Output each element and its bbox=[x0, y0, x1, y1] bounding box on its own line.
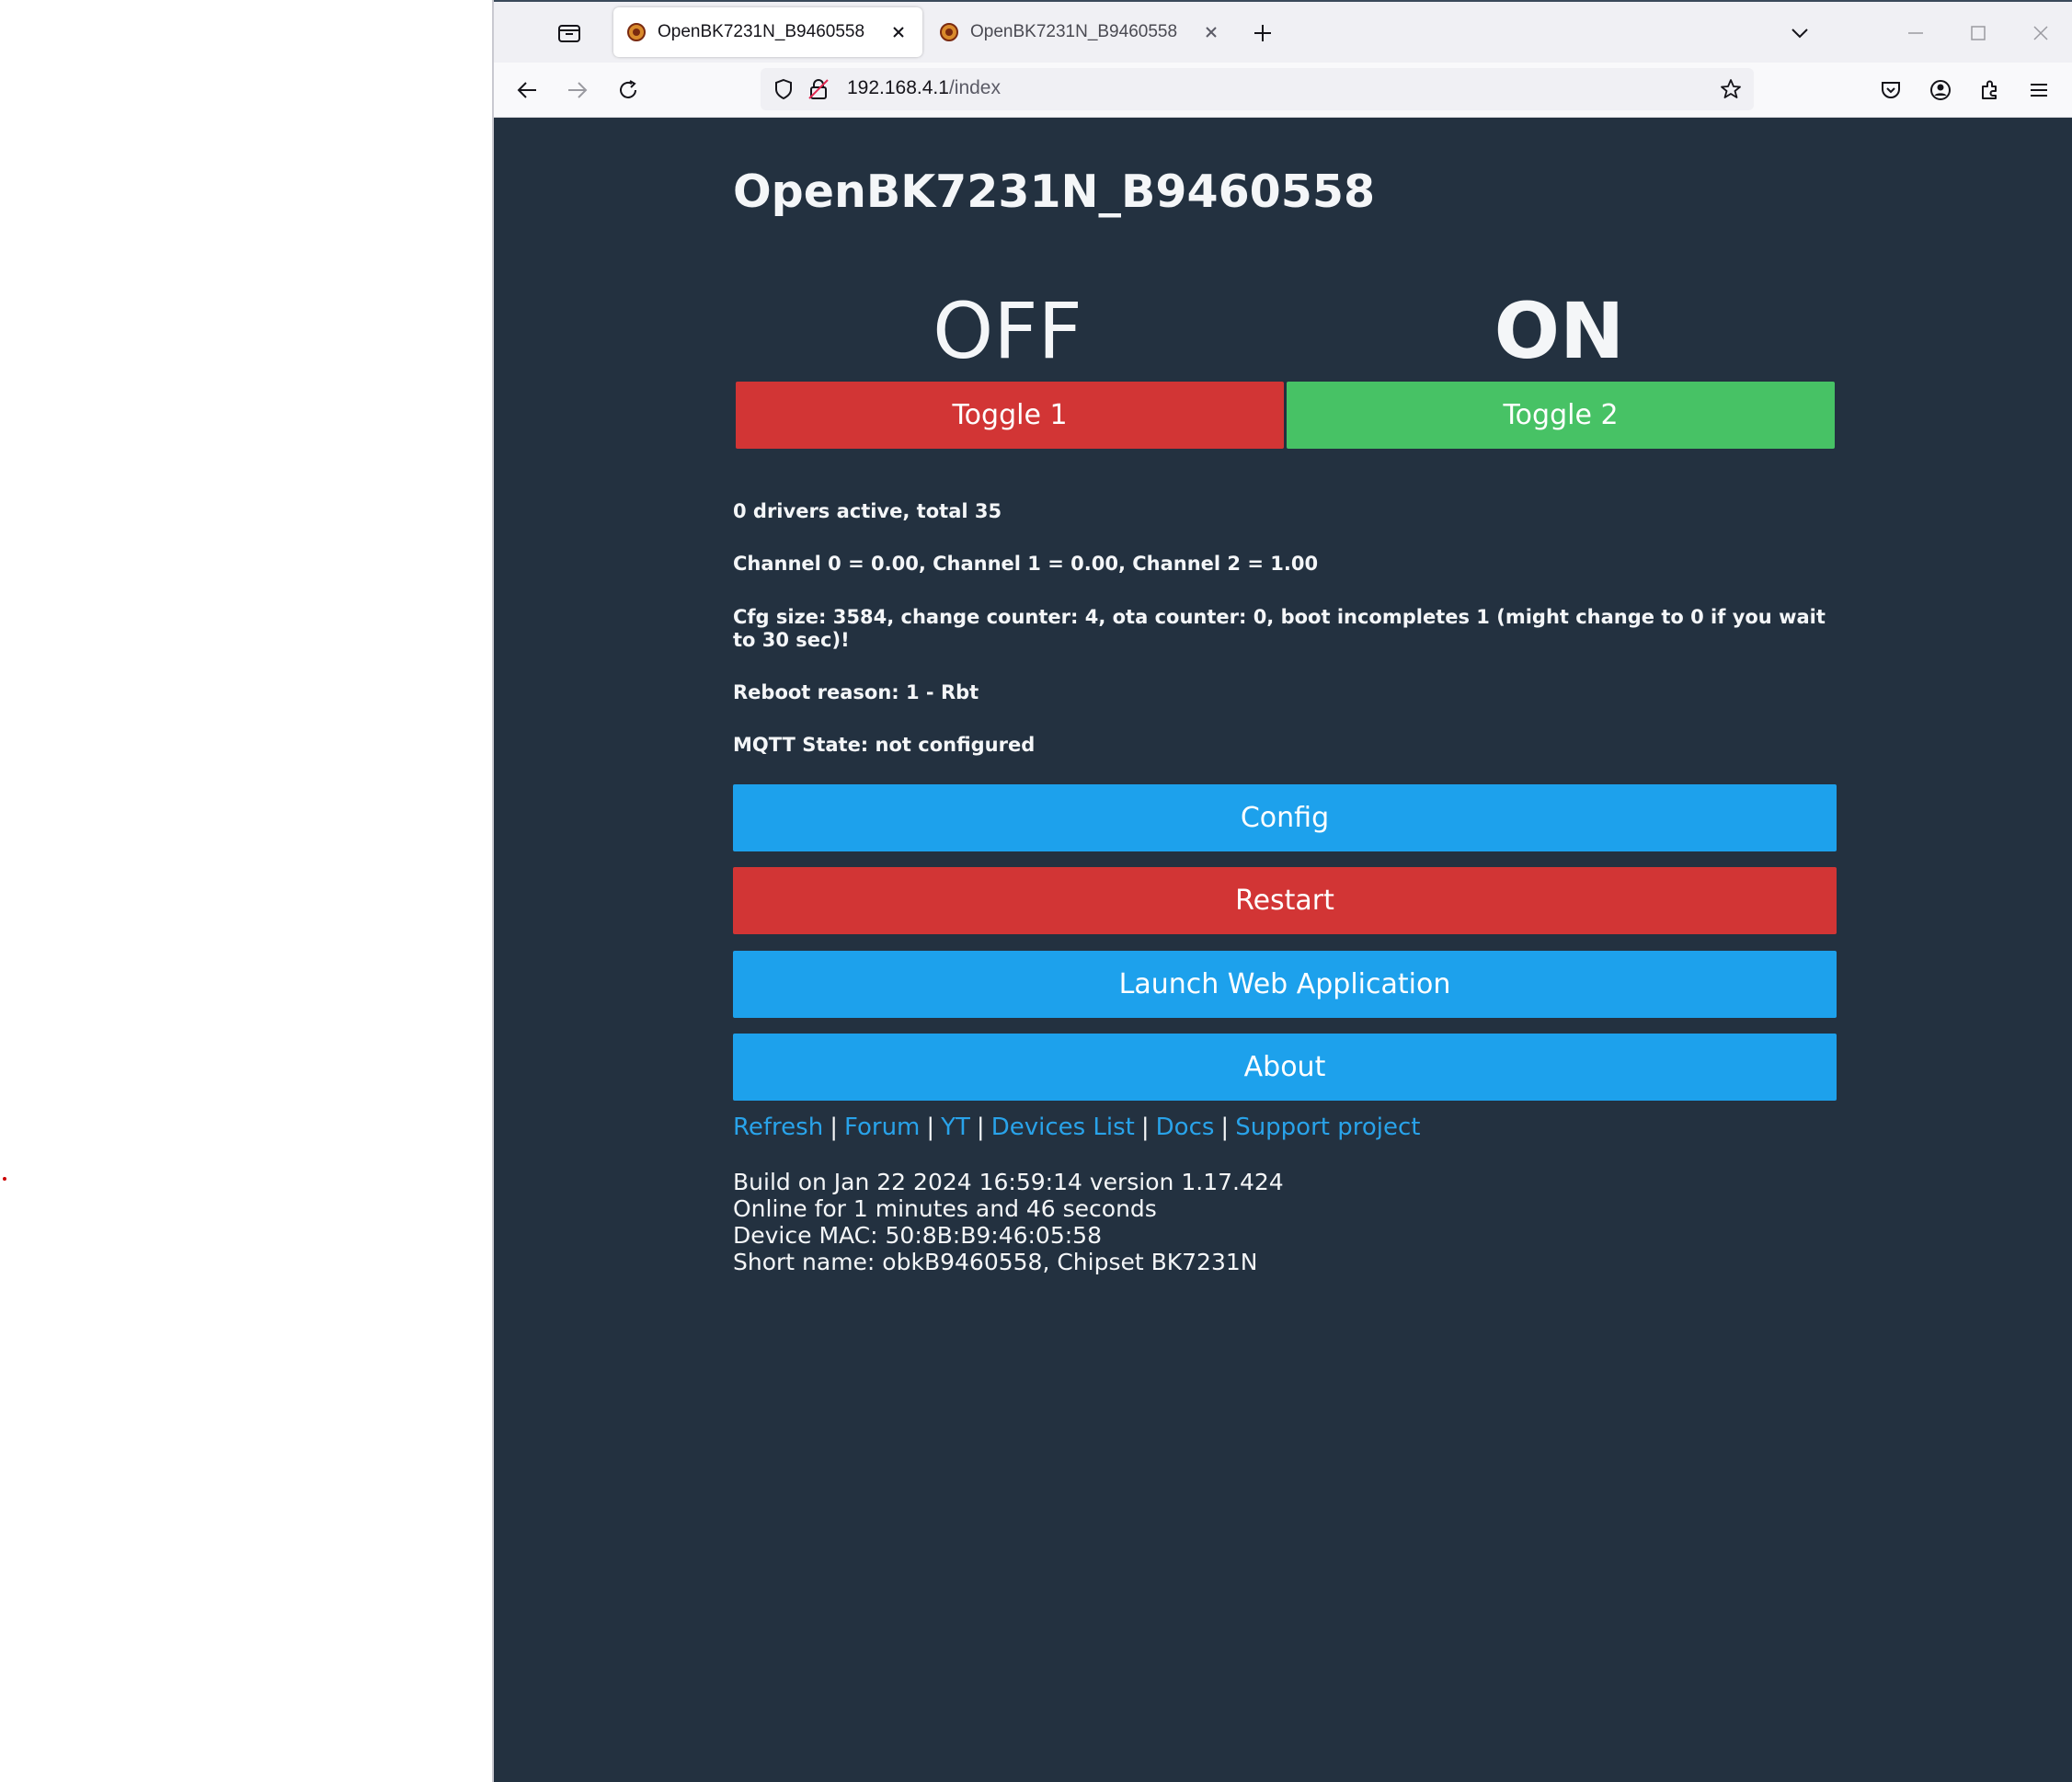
short-name-info: Short name: obkB9460558, Chipset BK7231N bbox=[733, 1249, 1258, 1275]
tab-active[interactable]: OpenBK7231N_B9460558 bbox=[613, 7, 922, 57]
drivers-info: 0 drivers active, total 35 bbox=[733, 500, 1002, 522]
pocket-icon[interactable] bbox=[1876, 75, 1906, 105]
reboot-info: Reboot reason: 1 - Rbt bbox=[733, 681, 979, 703]
yt-link[interactable]: YT bbox=[941, 1114, 970, 1141]
toggle-1-state: OFF bbox=[933, 286, 1082, 376]
extensions-icon[interactable] bbox=[1975, 75, 2005, 105]
url-path: /index bbox=[948, 77, 1001, 98]
link-separator: | bbox=[830, 1114, 838, 1141]
favicon-icon bbox=[627, 23, 646, 41]
nav-bar: 192.168.4.1/index bbox=[494, 63, 2072, 118]
window-close-icon[interactable] bbox=[2026, 18, 2055, 48]
restart-button[interactable]: Restart bbox=[733, 867, 1837, 934]
tab-bar: OpenBK7231N_B9460558 OpenBK7231N_B946055… bbox=[494, 0, 2072, 63]
new-tab-icon[interactable] bbox=[1248, 18, 1277, 48]
launch-web-application-button[interactable]: Launch Web Application bbox=[733, 951, 1837, 1018]
back-arrow-icon[interactable] bbox=[512, 75, 542, 105]
list-tabs-chevron-down-icon[interactable] bbox=[1785, 18, 1814, 48]
toggle-2-button[interactable]: Toggle 2 bbox=[1287, 382, 1835, 449]
cfg-info: Cfg size: 3584, change counter: 4, ota c… bbox=[733, 606, 1826, 651]
link-separator: | bbox=[1220, 1114, 1230, 1141]
url-host: 192.168.4.1 bbox=[847, 77, 949, 98]
tab-close-icon[interactable] bbox=[887, 21, 910, 43]
footer-links: Refresh | Forum | YT | Devices List | Docs | Suppo… bbox=[733, 1114, 1420, 1141]
refresh-link[interactable]: Refresh bbox=[733, 1114, 823, 1141]
tab-title: OpenBK7231N_B9460558 bbox=[970, 22, 1178, 41]
online-info: Online for 1 minutes and 46 seconds bbox=[733, 1195, 1157, 1222]
stray-red-dot bbox=[3, 1177, 6, 1181]
bookmark-star-icon[interactable] bbox=[1717, 75, 1745, 103]
channels-info: Channel 0 = 0.00, Channel 1 = 0.00, Chan… bbox=[733, 553, 1319, 575]
menu-hamburger-icon[interactable] bbox=[2024, 75, 2054, 105]
shield-icon[interactable] bbox=[770, 75, 797, 103]
forward-arrow-icon[interactable] bbox=[563, 75, 592, 105]
docs-link[interactable]: Docs bbox=[1156, 1114, 1215, 1141]
tab-inactive[interactable]: OpenBK7231N_B9460558 bbox=[926, 7, 1235, 57]
mac-info: Device MAC: 50:8B:B9:46:05:58 bbox=[733, 1222, 1102, 1249]
tab-manager-icon[interactable] bbox=[555, 18, 584, 48]
maximize-icon[interactable] bbox=[1963, 18, 1993, 48]
reload-icon[interactable] bbox=[613, 75, 643, 105]
tab-close-icon[interactable] bbox=[1200, 21, 1222, 43]
build-info: Build on Jan 22 2024 16:59:14 version 1.… bbox=[733, 1169, 1284, 1195]
mqtt-info: MQTT State: not configured bbox=[733, 734, 1036, 756]
url-text[interactable]: 192.168.4.1/index bbox=[847, 77, 1001, 99]
device-footer: Build on Jan 22 2024 16:59:14 version 1.… bbox=[733, 1169, 1284, 1275]
devices-list-link[interactable]: Devices List bbox=[991, 1114, 1135, 1141]
insecure-lock-icon[interactable] bbox=[805, 75, 832, 103]
support-project-link[interactable]: Support project bbox=[1235, 1114, 1420, 1141]
favicon-icon bbox=[940, 23, 958, 41]
toggle-1-button[interactable]: Toggle 1 bbox=[736, 382, 1284, 449]
url-bar[interactable]: 192.168.4.1/index bbox=[761, 68, 1754, 110]
about-button[interactable]: About bbox=[733, 1034, 1837, 1101]
tab-title: OpenBK7231N_B9460558 bbox=[658, 22, 865, 41]
config-button[interactable]: Config bbox=[733, 784, 1837, 851]
forum-link[interactable]: Forum bbox=[844, 1114, 920, 1141]
account-icon[interactable] bbox=[1926, 75, 1955, 105]
toggle-2-state: ON bbox=[1494, 286, 1625, 376]
link-separator: | bbox=[926, 1114, 935, 1141]
link-separator: | bbox=[1140, 1114, 1150, 1141]
link-separator: | bbox=[976, 1114, 985, 1141]
page-content: OpenBK7231N_B9460558 OFF ON Toggle 1 Tog… bbox=[494, 118, 2072, 1782]
minimize-icon[interactable] bbox=[1901, 18, 1930, 48]
browser-window: OpenBK7231N_B9460558 OpenBK7231N_B946055… bbox=[492, 0, 2072, 1782]
page-title: OpenBK7231N_B9460558 bbox=[733, 166, 1376, 218]
